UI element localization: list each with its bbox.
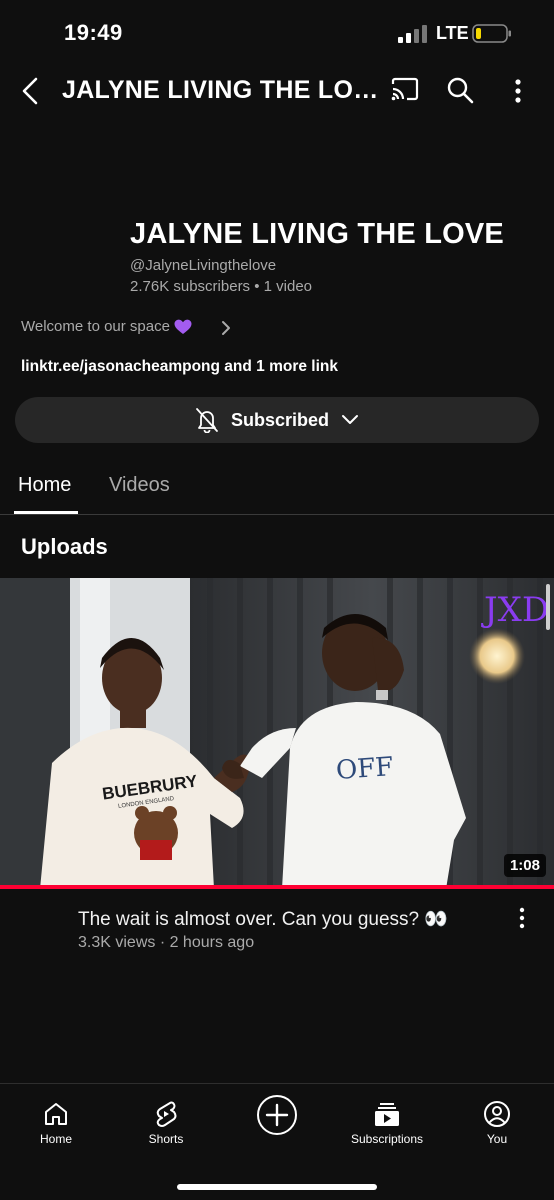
subscribed-label: Subscribed	[230, 409, 330, 430]
video-more-options-icon[interactable]	[512, 906, 532, 930]
active-tab-indicator	[14, 511, 78, 514]
bottom-navigation: Home Shorts Subscriptions You	[0, 1083, 554, 1200]
channel-links[interactable]: linktr.ee/jasonacheampong and 1 more lin…	[21, 358, 338, 376]
cast-icon[interactable]	[390, 76, 420, 104]
purple-heart-icon	[174, 319, 192, 334]
thumbnail-image	[0, 578, 554, 889]
status-bar: 19:49 LTE	[0, 0, 554, 62]
nav-home-label: Home	[39, 1132, 72, 1146]
nav-subscriptions[interactable]: Subscriptions	[332, 1084, 442, 1146]
home-indicator[interactable]	[177, 1184, 377, 1190]
network-label: LTE	[436, 23, 469, 43]
home-icon	[45, 1103, 67, 1125]
channel-description[interactable]: Welcome to our space	[21, 318, 192, 335]
subscriptions-icon	[375, 1103, 399, 1126]
nav-shorts[interactable]: Shorts	[111, 1084, 221, 1146]
back-arrow-icon[interactable]	[18, 76, 44, 106]
video-watermark: JXD	[484, 590, 550, 630]
chevron-down-icon	[342, 415, 359, 424]
create-icon	[257, 1095, 297, 1135]
video-meta: 3.3K views · 2 hours ago	[78, 934, 255, 951]
page-title: JALYNE LIVING THE LOVE	[62, 76, 380, 104]
video-duration: 1:08	[503, 854, 546, 877]
nav-you[interactable]: You	[442, 1084, 552, 1146]
uploads-heading: Uploads	[21, 534, 108, 559]
watch-progress-bar	[0, 885, 554, 889]
nav-create[interactable]	[222, 1084, 332, 1136]
channel-description-text: Welcome to our space	[21, 318, 170, 335]
you-icon	[484, 1101, 510, 1127]
signal-icon	[398, 25, 427, 43]
chevron-right-icon[interactable]	[219, 318, 233, 338]
channel-name: JALYNE LIVING THE LOVE	[130, 218, 504, 250]
video-thumbnail[interactable]: JXD BUEBRURY LONDON ENGLAND OFF 1:08	[0, 578, 554, 889]
status-time: 19:49	[64, 20, 123, 45]
top-app-bar: JALYNE LIVING THE LOVE	[0, 62, 554, 120]
search-icon[interactable]	[446, 76, 474, 104]
shorts-icon	[156, 1101, 177, 1127]
nav-you-label: You	[486, 1132, 508, 1146]
battery-icon	[472, 24, 511, 43]
channel-handle: @JalyneLivingthelove	[130, 257, 277, 274]
nav-home[interactable]: Home	[1, 1084, 111, 1146]
nav-subscriptions-label: Subscriptions	[350, 1132, 424, 1146]
channel-tabs: Home Videos	[0, 460, 554, 515]
tab-videos[interactable]: Videos	[109, 474, 170, 497]
shirt-text-right: OFF	[335, 752, 395, 786]
subscribed-button[interactable]: Subscribed	[15, 397, 539, 443]
bell-off-icon	[196, 408, 218, 433]
tab-home[interactable]: Home	[18, 474, 71, 497]
video-title[interactable]: The wait is almost over. Can you guess? …	[78, 907, 448, 931]
more-options-icon[interactable]	[506, 76, 530, 106]
scrollbar[interactable]	[546, 584, 550, 630]
channel-stats: 2.76K subscribers • 1 video	[130, 278, 313, 295]
nav-shorts-label: Shorts	[148, 1132, 184, 1146]
